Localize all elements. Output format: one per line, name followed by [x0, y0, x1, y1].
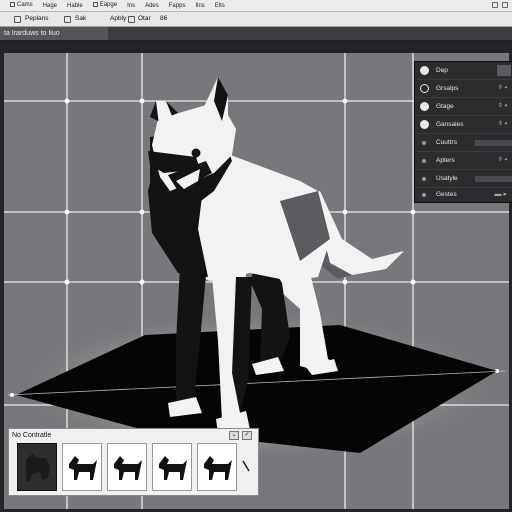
value-slider[interactable] [475, 140, 512, 146]
dog-silhouette-icon [159, 456, 187, 480]
menu-item[interactable]: Eapge [92, 2, 118, 9]
slider-icon[interactable]: ⌽ ◂ [498, 120, 507, 128]
property-label: Gansales [436, 121, 464, 128]
menu-item[interactable]: Elts [215, 3, 225, 9]
menu-item-label: Cams [17, 2, 33, 9]
toolbar-item[interactable]: 86 [160, 15, 167, 22]
grid-node[interactable] [139, 98, 145, 104]
dog-silhouette-icon [26, 454, 50, 482]
grid-node[interactable] [139, 209, 145, 215]
confirm-button[interactable]: ✓ [242, 431, 252, 440]
presets-title: No Contratle [12, 432, 52, 439]
menu-bar: Cams Hage Hable Eapge Ins Ades Fapps Iln… [0, 0, 512, 12]
property-row[interactable]: Apters ⌽ ◂ [415, 152, 512, 170]
preset-thumbnail-selected[interactable] [17, 443, 57, 491]
checkbox-icon [92, 2, 98, 8]
property-label: Apters [436, 157, 455, 164]
property-label: Gtage [436, 103, 454, 110]
grid-node[interactable] [342, 98, 348, 104]
property-row[interactable]: Dep [415, 62, 512, 80]
preset-thumbnail[interactable] [107, 443, 147, 491]
document-tab[interactable]: ta Irarduws to Iiuo [0, 27, 108, 40]
property-row[interactable]: Cuuttrs [415, 134, 512, 152]
tab-strip: ta Irarduws to Iiuo [0, 27, 512, 41]
bullet-icon [422, 159, 426, 163]
color-swatch[interactable] [497, 65, 511, 76]
dog-silhouette-icon [114, 456, 142, 480]
ellipse-icon [420, 102, 429, 111]
bullet-icon [422, 193, 426, 197]
grid-node[interactable] [64, 98, 70, 104]
grid-node[interactable] [342, 279, 348, 285]
menu-item[interactable]: Cams [10, 2, 33, 9]
property-row[interactable]: Gtage ⌽ ◂ [415, 98, 512, 116]
grid-node[interactable] [410, 209, 416, 215]
dog-silhouette-icon [204, 456, 232, 480]
property-label: Gestes [436, 191, 457, 198]
grid-node[interactable] [342, 209, 348, 215]
properties-panel: Dep Grsalps ⌽ ◂ Gtage ⌽ ◂ Gansales ⌽ ◂ C… [414, 61, 512, 203]
toolbar-item[interactable]: Otar [138, 15, 151, 22]
toolbar-item[interactable]: Sak [75, 15, 86, 22]
ellipse-icon [420, 120, 429, 129]
presets-panel: No Contratle ⌄ ✓ [8, 428, 259, 496]
maximize-icon[interactable] [502, 2, 508, 8]
minimize-icon[interactable] [492, 2, 498, 8]
menu-item[interactable]: Ins [127, 3, 135, 9]
property-label: Cuuttrs [436, 139, 457, 146]
property-label: Usatyle [436, 175, 458, 182]
tool-checkbox-icon[interactable] [14, 16, 21, 23]
app-window: Cams Hage Hable Eapge Ins Ades Fapps Iln… [0, 0, 512, 512]
menu-item[interactable]: Hable [67, 3, 83, 9]
slider-icon[interactable]: ⌽ ◂ [498, 84, 507, 92]
grid-node[interactable] [139, 279, 145, 285]
property-row[interactable]: Grsalps ⌽ ◂ [415, 80, 512, 98]
slider-icon[interactable]: ▬ ▸ [495, 190, 507, 198]
menu-item[interactable]: Ades [145, 3, 159, 9]
value-slider[interactable] [475, 176, 512, 182]
bullet-icon [422, 141, 426, 145]
preset-thumbnail[interactable] [62, 443, 102, 491]
tool-checkbox-icon[interactable] [64, 16, 71, 23]
ellipse-icon [420, 84, 429, 93]
toolbar-item[interactable]: Apbly [110, 15, 126, 22]
toolbar: Peplans Sak Apbly Otar 86 [0, 12, 512, 27]
property-row[interactable]: Gansales ⌽ ◂ [415, 116, 512, 134]
grid-node[interactable] [64, 279, 70, 285]
tool-checkbox-icon[interactable] [128, 16, 135, 23]
ellipse-icon [420, 66, 429, 75]
menu-item[interactable]: Fapps [169, 3, 186, 9]
property-label: Dep [436, 67, 448, 74]
grid-node[interactable] [410, 279, 416, 285]
scroll-arrow-icon[interactable] [241, 459, 251, 473]
dog-silhouette-icon [69, 456, 97, 480]
dropdown-button[interactable]: ⌄ [229, 431, 239, 440]
checkbox-icon [10, 2, 15, 8]
property-row[interactable]: Gestes ▬ ▸ [415, 186, 512, 204]
slider-icon[interactable]: ⌽ ◂ [498, 156, 507, 164]
window-controls [492, 2, 508, 8]
preset-thumbnail[interactable] [152, 443, 192, 491]
grid-node[interactable] [64, 209, 70, 215]
menu-item-label: Eapge [99, 2, 118, 9]
toolbar-item[interactable]: Peplans [25, 15, 49, 22]
dog-eye [191, 148, 201, 158]
preset-thumbnail[interactable] [197, 443, 237, 491]
menu-item[interactable]: Ilns [195, 3, 204, 9]
slider-icon[interactable]: ⌽ ◂ [498, 102, 507, 110]
property-label: Grsalps [436, 85, 459, 92]
bullet-icon [422, 177, 426, 181]
menu-item[interactable]: Hage [43, 3, 57, 9]
presets-buttons: ⌄ ✓ [229, 431, 252, 440]
